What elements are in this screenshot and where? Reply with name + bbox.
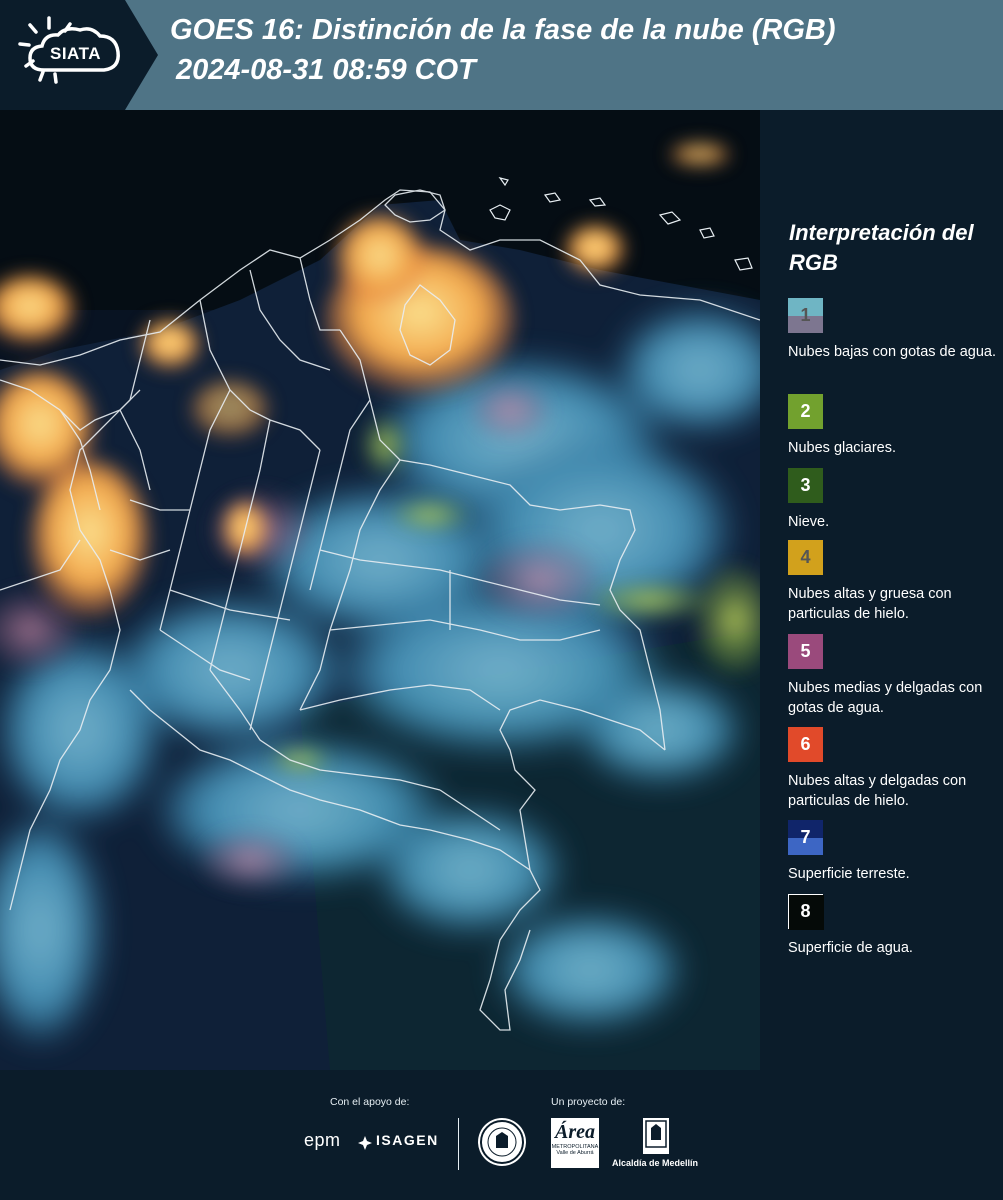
legend-swatch-4: 4 [788, 540, 823, 575]
legend-label-3: Nieve. [788, 514, 830, 530]
epm-logo: epm [304, 1130, 341, 1150]
siata-logo-text: SIATA [50, 44, 101, 63]
legend-item-3: 3 Nieve. [788, 468, 998, 532]
legend-swatch-2: 2 [788, 394, 823, 429]
page-title: GOES 16: Distinción de la fase de la nub… [170, 14, 836, 46]
legend-label-8: Superficie de agua. [788, 940, 913, 956]
legend-swatch-1: 1 [788, 298, 823, 333]
area-metropolitana-logo: Área METROPOLITANA Valle de Aburrá [551, 1118, 599, 1168]
legend-number-8: 8 [800, 901, 811, 921]
page-timestamp: 2024-08-31 08:59 COT [176, 54, 476, 86]
legend-number-2: 2 [800, 401, 811, 421]
footer-divider [458, 1118, 459, 1170]
isagen-logo: ISAGEN [376, 1132, 439, 1148]
legend-item-6: 6 Nubes altas y delgadas con particulas … [788, 727, 998, 811]
legend-item-7: 7 Superficie terreste. [788, 820, 998, 884]
university-seal-icon [478, 1118, 526, 1166]
legend-swatch-6: 6 [788, 727, 823, 762]
legend-swatch-7: 7 [788, 820, 823, 855]
legend-number-7: 7 [800, 827, 811, 847]
legend-label-6: Nubes altas y delgadas con particulas de… [788, 773, 967, 809]
siata-logo: SIATA [0, 0, 160, 110]
legend-number-1: 1 [800, 305, 811, 325]
legend-panel: Interpretación del RGB 1 Nubes bajas con… [760, 110, 1003, 1070]
legend-swatch-5: 5 [788, 634, 823, 669]
legend-label-2: Nubes glaciares. [788, 440, 896, 456]
header-bar: SIATA GOES 16: Distinción de la fase de … [0, 0, 1003, 110]
footer: Con el apoyo de: Un proyecto de: epm ISA… [0, 1070, 1003, 1200]
legend-label-5: Nubes medias y delgadas con gotas de agu… [788, 680, 983, 716]
legend-swatch-3: 3 [788, 468, 823, 503]
legend-label-4: Nubes altas y gruesa con particulas de h… [788, 586, 952, 622]
area-logo-big: Área [555, 1121, 595, 1143]
alcaldia-logo-text: Alcaldía de Medellín [612, 1158, 699, 1168]
legend-item-2: 2 Nubes glaciares. [788, 394, 998, 458]
legend-number-6: 6 [800, 734, 811, 754]
project-caption: Un proyecto de: [551, 1096, 626, 1108]
legend-label-7: Superficie terreste. [788, 866, 910, 882]
legend-number-4: 4 [800, 547, 811, 567]
legend-item-4: 4 Nubes altas y gruesa con particulas de… [788, 540, 998, 624]
legend-title: Interpretación del RGB [789, 220, 974, 275]
legend-item-8: 8 Superficie de agua. [788, 894, 998, 958]
legend-swatch-8: 8 [788, 894, 824, 930]
legend-item-1: 1 Nubes bajas con gotas de agua. [788, 298, 998, 362]
alcaldia-shield-icon [643, 1118, 669, 1154]
support-caption: Con el apoyo de: [330, 1096, 410, 1108]
legend-number-3: 3 [800, 475, 811, 495]
legend-item-5: 5 Nubes medias y delgadas con gotas de a… [788, 634, 998, 718]
satellite-map [0, 110, 760, 1070]
area-logo-small-2: Valle de Aburrá [556, 1150, 594, 1156]
legend-label-1: Nubes bajas con gotas de agua. [788, 344, 996, 360]
legend-number-5: 5 [800, 641, 811, 661]
isagen-icon [358, 1136, 372, 1150]
